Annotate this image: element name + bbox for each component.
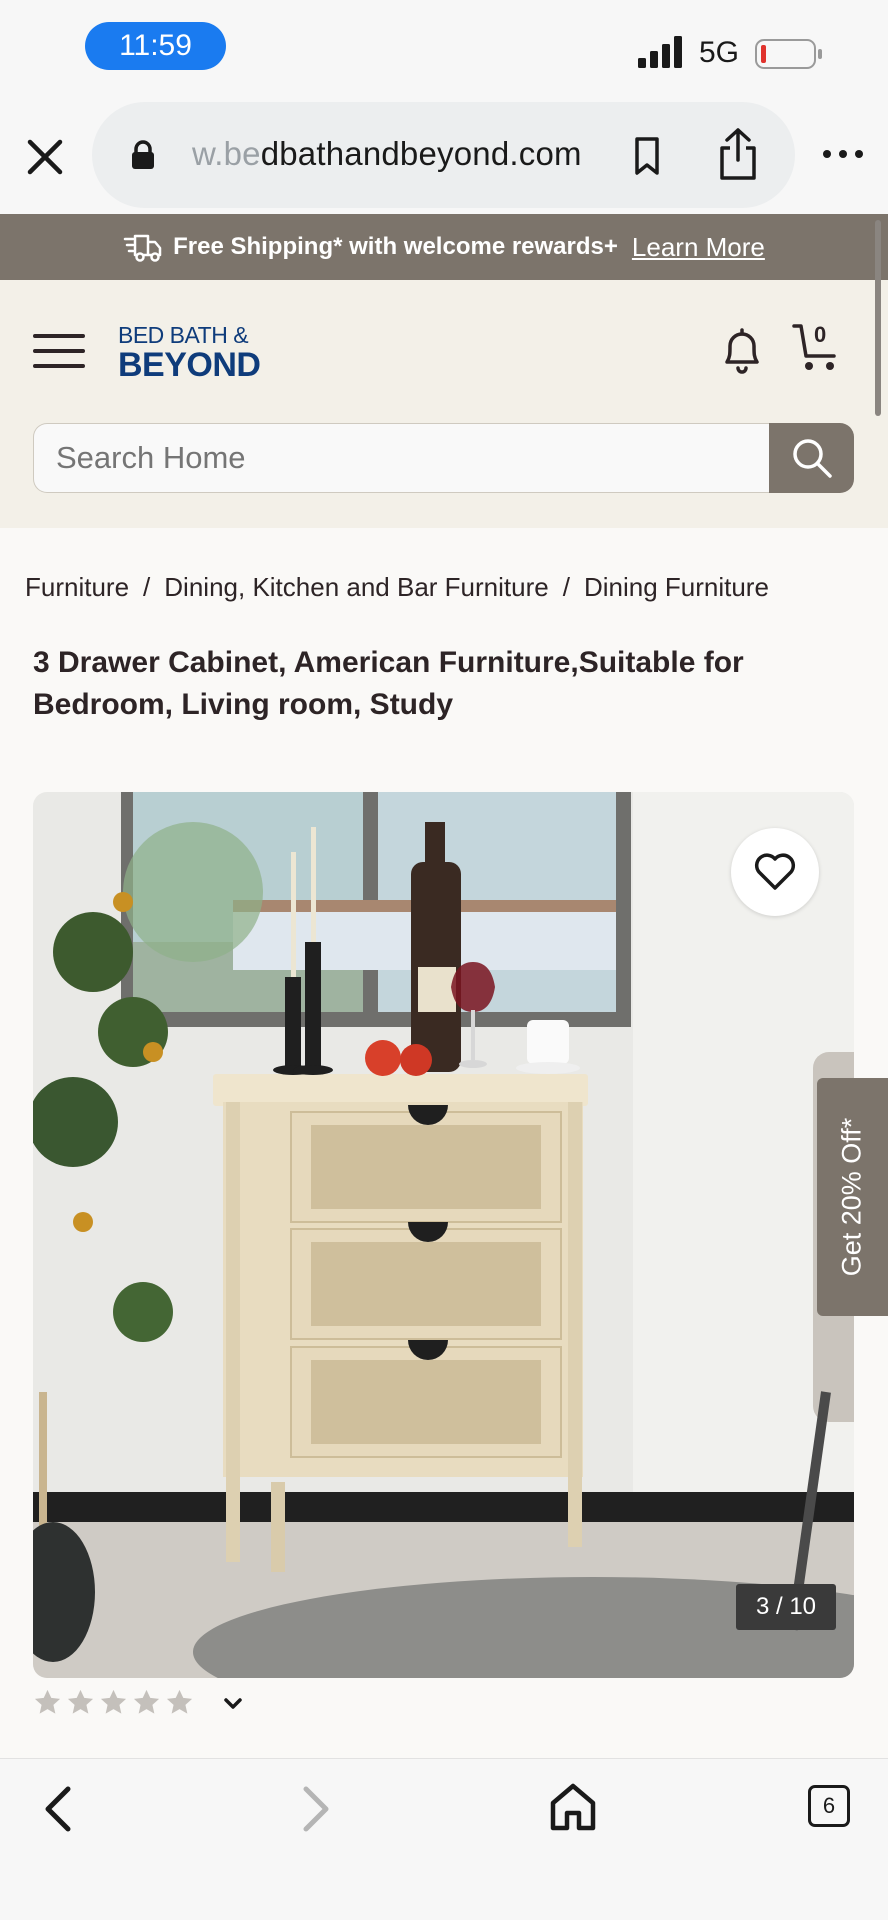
product-title: 3 Drawer Cabinet, American Furniture,Sui… bbox=[33, 646, 744, 721]
share-icon[interactable] bbox=[715, 126, 761, 182]
promo-text: Free Shipping* with welcome rewards+ bbox=[173, 233, 618, 260]
close-icon[interactable] bbox=[22, 134, 68, 180]
product-photo bbox=[33, 792, 854, 1678]
page-scrollbar[interactable] bbox=[875, 220, 881, 416]
status-bar: 11:59 5G bbox=[0, 0, 888, 100]
rating[interactable] bbox=[33, 1688, 246, 1717]
breadcrumb: Furniture / Dining, Kitchen and Bar Furnit… bbox=[25, 572, 769, 603]
logo-bottom-text: BEYOND bbox=[118, 346, 261, 384]
breadcrumb-separator: / bbox=[562, 572, 570, 602]
more-icon[interactable] bbox=[820, 142, 866, 166]
breadcrumb-item[interactable]: Dining, Kitchen and Bar Furniture bbox=[164, 572, 548, 602]
learn-more-link[interactable]: Learn More bbox=[632, 232, 765, 263]
search-icon bbox=[792, 439, 832, 478]
battery-icon bbox=[755, 39, 822, 69]
heart-icon bbox=[754, 853, 796, 890]
hamburger-menu-icon[interactable] bbox=[33, 333, 85, 369]
site-header: BED BATH & BEYOND 0 bbox=[0, 280, 888, 528]
browser-toolbar: 6 bbox=[0, 1758, 888, 1920]
star-icon bbox=[67, 1689, 94, 1714]
product-content: Furniture / Dining, Kitchen and Bar Furnit… bbox=[0, 528, 888, 1758]
star-icon bbox=[100, 1689, 127, 1714]
home-icon[interactable] bbox=[548, 1781, 598, 1833]
discount-side-tab[interactable]: Get 20% Off* bbox=[817, 1078, 888, 1316]
bell-icon[interactable] bbox=[720, 324, 764, 376]
breadcrumb-item[interactable]: Dining Furniture bbox=[584, 572, 769, 602]
chevron-down-icon[interactable] bbox=[220, 1690, 246, 1716]
brand-logo[interactable]: BED BATH & BEYOND bbox=[118, 322, 261, 384]
image-counter: 3 / 10 bbox=[736, 1584, 836, 1630]
lock-icon bbox=[132, 140, 154, 169]
signal-icon bbox=[638, 36, 682, 68]
search-input[interactable] bbox=[33, 423, 775, 493]
star-icon bbox=[166, 1689, 193, 1714]
star-icon bbox=[133, 1689, 160, 1714]
search-button[interactable] bbox=[769, 423, 854, 493]
favorite-button[interactable] bbox=[731, 828, 819, 916]
bookmark-icon[interactable] bbox=[629, 136, 665, 176]
product-image[interactable]: 3 / 10 bbox=[33, 792, 854, 1678]
tabs-count: 6 bbox=[822, 1793, 836, 1818]
browser-bar: w.bedbathandbeyond.com bbox=[0, 100, 888, 214]
url-text[interactable]: w.bedbathandbeyond.com bbox=[192, 135, 582, 173]
status-time: 11:59 bbox=[85, 22, 226, 70]
tabs-button[interactable]: 6 bbox=[808, 1785, 850, 1827]
discount-tab-label: Get 20% Off* bbox=[836, 1117, 867, 1277]
back-icon[interactable] bbox=[40, 1783, 76, 1835]
network-label: 5G bbox=[699, 36, 740, 69]
breadcrumb-separator: / bbox=[143, 572, 151, 602]
logo-top-text: BED BATH & bbox=[118, 322, 249, 348]
address-bar[interactable]: w.bedbathandbeyond.com bbox=[92, 102, 795, 208]
shipping-icon bbox=[123, 234, 162, 262]
breadcrumb-item[interactable]: Furniture bbox=[25, 572, 129, 602]
star-icon bbox=[34, 1689, 61, 1714]
forward-icon[interactable] bbox=[298, 1783, 334, 1835]
url-faded: w.be bbox=[192, 135, 261, 172]
url-main: dbathandbeyond.com bbox=[260, 135, 582, 172]
cart-count: 0 bbox=[814, 322, 827, 347]
promo-banner: Free Shipping* with welcome rewards+ Lea… bbox=[0, 214, 888, 280]
